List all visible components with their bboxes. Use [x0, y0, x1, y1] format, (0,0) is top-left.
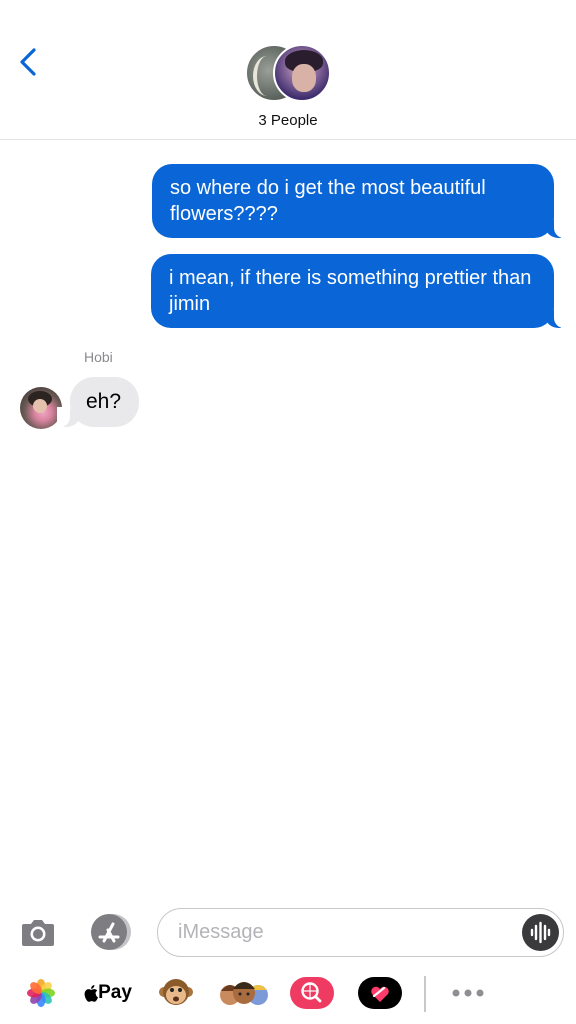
back-button[interactable]	[14, 44, 46, 80]
message-input-field[interactable]	[157, 908, 564, 957]
more-apps-button[interactable]	[444, 968, 492, 1018]
apple-pay-button[interactable]: Pay	[84, 968, 132, 1018]
group-avatars[interactable]	[245, 44, 335, 104]
camera-button[interactable]	[20, 914, 56, 950]
app-drawer: Pay	[0, 968, 576, 1018]
conversation-header: 3 People	[0, 0, 576, 140]
monkey-animoji-icon	[159, 979, 193, 1005]
audio-message-button[interactable]	[522, 914, 559, 951]
group-title[interactable]: 3 People	[0, 112, 576, 129]
image-search-app-button[interactable]	[288, 968, 336, 1018]
memoji-icon	[220, 982, 268, 1005]
apps-button[interactable]	[88, 913, 132, 951]
message-input[interactable]	[178, 909, 508, 955]
photos-app-button[interactable]	[24, 968, 58, 1018]
apple-pay-icon	[84, 985, 99, 1002]
more-icon	[452, 989, 484, 997]
memoji-app-button[interactable]	[218, 968, 270, 1018]
image-search-icon	[290, 977, 334, 1009]
audio-waveform-icon	[530, 921, 551, 944]
avatar	[273, 44, 331, 102]
digital-touch-heart-icon	[358, 977, 402, 1009]
animoji-app-button[interactable]	[156, 968, 196, 1018]
sender-avatar[interactable]	[20, 387, 62, 429]
outgoing-message[interactable]: so where do i get the most beautiful flo…	[152, 164, 568, 238]
chevron-left-icon	[20, 48, 36, 76]
digital-touch-app-button[interactable]	[356, 968, 404, 1018]
outgoing-message[interactable]: i mean, if there is something prettier t…	[151, 254, 568, 328]
camera-icon	[22, 920, 54, 946]
apple-pay-label: Pay	[98, 982, 132, 1003]
incoming-message[interactable]: eh?	[57, 377, 139, 427]
sender-name: Hobi	[84, 349, 113, 365]
app-store-icon	[91, 914, 131, 950]
photos-icon	[27, 979, 55, 1007]
app-strip-divider	[424, 976, 426, 1012]
